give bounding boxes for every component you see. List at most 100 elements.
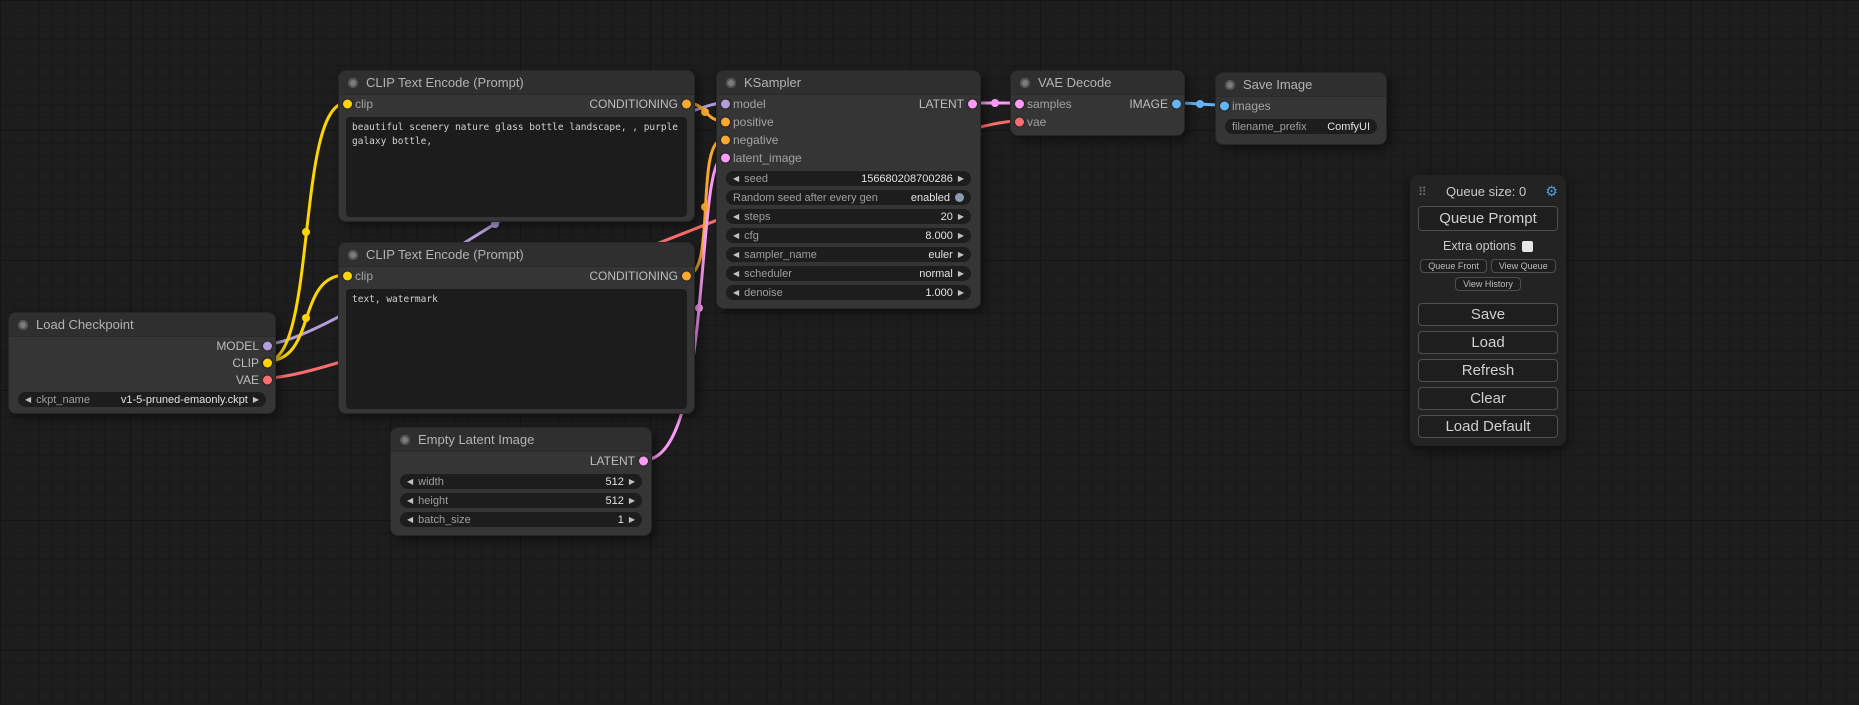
input-slot-model[interactable] [721,100,730,109]
node-load-checkpoint[interactable]: Load Checkpoint MODEL CLIP VAE ◀ ckpt_na… [8,312,276,414]
load-button[interactable]: Load [1418,331,1558,354]
decrement-arrow-icon[interactable]: ◀ [25,396,31,404]
scheduler-widget[interactable]: ◀ scheduler normal ▶ [726,266,971,281]
input-slot-negative[interactable] [721,136,730,145]
steps-widget[interactable]: ◀ steps 20 ▶ [726,209,971,224]
increment-arrow-icon[interactable]: ▶ [958,213,964,221]
decrement-arrow-icon[interactable]: ◀ [733,175,739,183]
extra-options-checkbox[interactable] [1522,241,1533,252]
input-label: clip [355,269,373,283]
node-title-bar[interactable]: VAE Decode [1011,71,1184,95]
input-slot-positive[interactable] [721,118,730,127]
input-label: clip [355,97,373,111]
increment-arrow-icon[interactable]: ▶ [958,175,964,183]
input-slot-samples[interactable] [1015,100,1024,109]
node-title-bar[interactable]: Empty Latent Image [391,428,651,452]
decrement-arrow-icon[interactable]: ◀ [733,251,739,259]
output-slot-vae[interactable] [263,375,272,384]
drag-handle-icon[interactable]: ⠿ [1418,185,1427,199]
node-title-bar[interactable]: Save Image [1216,73,1386,97]
cfg-widget[interactable]: ◀ cfg 8.000 ▶ [726,228,971,243]
prompt-textarea[interactable]: beautiful scenery nature glass bottle la… [346,117,687,217]
increment-arrow-icon[interactable]: ▶ [629,478,635,486]
output-slot-model[interactable] [263,341,272,350]
decrement-arrow-icon[interactable]: ◀ [733,270,739,278]
history-button-row: View History [1418,277,1558,291]
settings-gear-icon[interactable]: ⚙ [1545,183,1558,200]
decrement-arrow-icon[interactable]: ◀ [733,289,739,297]
node-title-bar[interactable]: CLIP Text Encode (Prompt) [339,71,694,95]
decrement-arrow-icon[interactable]: ◀ [407,478,413,486]
input-slot-latent-image[interactable] [721,154,730,163]
output-slot-conditioning[interactable] [682,272,691,281]
link-midpoint-dot [302,228,310,236]
input-slot-images[interactable] [1220,102,1229,111]
save-button[interactable]: Save [1418,303,1558,326]
slot-row: clip CONDITIONING [339,95,694,113]
node-title-bar[interactable]: CLIP Text Encode (Prompt) [339,243,694,267]
view-queue-button[interactable]: View Queue [1491,259,1556,273]
input-slot-clip[interactable] [343,100,352,109]
prompt-textarea[interactable]: text, watermark [346,289,687,409]
decrement-arrow-icon[interactable]: ◀ [733,213,739,221]
link-midpoint-dot [701,108,709,116]
sampler-name-widget[interactable]: ◀ sampler_name euler ▶ [726,247,971,262]
collapse-dot-icon[interactable] [726,78,736,88]
node-clip-text-encode-positive[interactable]: CLIP Text Encode (Prompt) clip CONDITION… [338,70,695,222]
refresh-button[interactable]: Refresh [1418,359,1558,382]
width-widget[interactable]: ◀ width 512 ▶ [400,474,642,489]
input-slot-vae[interactable] [1015,118,1024,127]
decrement-arrow-icon[interactable]: ◀ [407,497,413,505]
increment-arrow-icon[interactable]: ▶ [629,516,635,524]
filename-prefix-widget[interactable]: filename_prefix ComfyUI [1225,119,1377,134]
node-empty-latent-image[interactable]: Empty Latent Image LATENT ◀ width 512 ▶ … [390,427,652,536]
collapse-dot-icon[interactable] [400,435,410,445]
height-widget[interactable]: ◀ height 512 ▶ [400,493,642,508]
decrement-arrow-icon[interactable]: ◀ [407,516,413,524]
node-vae-decode[interactable]: VAE Decode samples IMAGE vae [1010,70,1185,136]
widget-name: scheduler [744,268,792,280]
node-graph-canvas[interactable]: Load Checkpoint MODEL CLIP VAE ◀ ckpt_na… [0,0,1859,705]
increment-arrow-icon[interactable]: ▶ [958,251,964,259]
slot-row: model LATENT [717,95,980,113]
node-save-image[interactable]: Save Image images filename_prefix ComfyU… [1215,72,1387,145]
widget-name: height [418,495,448,507]
seed-widget[interactable]: ◀ seed 156680208700286 ▶ [726,171,971,186]
collapse-dot-icon[interactable] [348,250,358,260]
increment-arrow-icon[interactable]: ▶ [958,289,964,297]
link-midpoint-dot [695,304,703,312]
increment-arrow-icon[interactable]: ▶ [253,396,259,404]
clear-button[interactable]: Clear [1418,387,1558,410]
denoise-widget[interactable]: ◀ denoise 1.000 ▶ [726,285,971,300]
queue-front-button[interactable]: Queue Front [1420,259,1487,273]
view-history-button[interactable]: View History [1455,277,1521,291]
widget-name: seed [744,173,768,185]
collapse-dot-icon[interactable] [348,78,358,88]
slot-row: positive [717,113,980,131]
increment-arrow-icon[interactable]: ▶ [958,270,964,278]
node-clip-text-encode-negative[interactable]: CLIP Text Encode (Prompt) clip CONDITION… [338,242,695,414]
increment-arrow-icon[interactable]: ▶ [958,232,964,240]
input-slot-clip[interactable] [343,272,352,281]
collapse-dot-icon[interactable] [18,320,28,330]
output-slot-image[interactable] [1172,100,1181,109]
output-slot-conditioning[interactable] [682,100,691,109]
node-ksampler[interactable]: KSampler model LATENT positive negative … [716,70,981,309]
collapse-dot-icon[interactable] [1020,78,1030,88]
increment-arrow-icon[interactable]: ▶ [629,497,635,505]
output-slot-latent[interactable] [639,457,648,466]
node-title-bar[interactable]: Load Checkpoint [9,313,275,337]
extra-options-label: Extra options [1443,239,1516,253]
decrement-arrow-icon[interactable]: ◀ [733,232,739,240]
random-seed-toggle[interactable]: Random seed after every gen enabled [726,190,971,205]
node-title-bar[interactable]: KSampler [717,71,980,95]
output-slot-latent[interactable] [968,100,977,109]
load-default-button[interactable]: Load Default [1418,415,1558,438]
output-slot-clip[interactable] [263,358,272,367]
ckpt-name-widget[interactable]: ◀ ckpt_name v1-5-pruned-emaonly.ckpt ▶ [18,392,266,407]
batch-size-widget[interactable]: ◀ batch_size 1 ▶ [400,512,642,527]
queue-prompt-button[interactable]: Queue Prompt [1418,206,1558,231]
widget-name: denoise [744,287,783,299]
collapse-dot-icon[interactable] [1225,80,1235,90]
widget-name: steps [744,211,770,223]
